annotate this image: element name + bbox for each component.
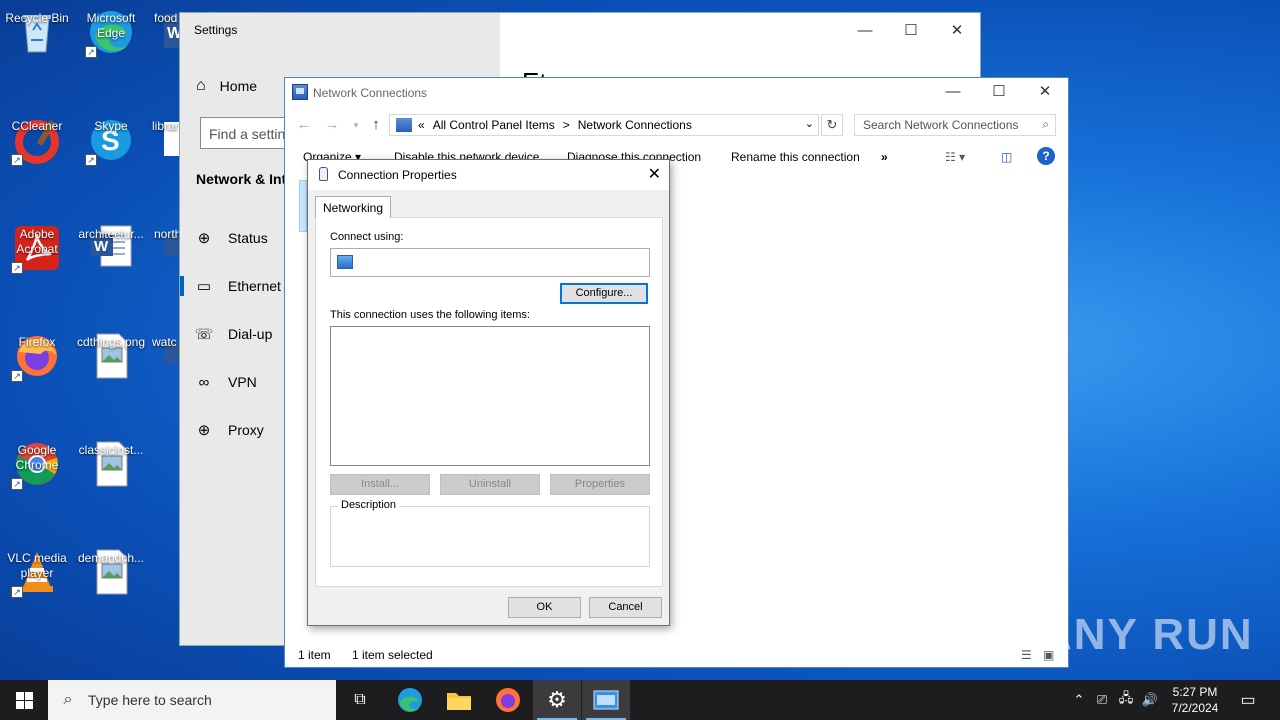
forward-button[interactable]: → (321, 114, 343, 136)
network-adapter-icon (337, 255, 353, 269)
globe-status-icon: ⊕ (197, 230, 211, 247)
control-panel-icon (396, 118, 412, 132)
taskbar: ⌕ Type here to search ⧉ ⚙ ⌃ ⎚ 🖧 🔊 5:27 P… (0, 680, 1280, 720)
close-button[interactable]: ✕ (1022, 80, 1068, 102)
desktop-icon-librar[interactable]: librar (134, 116, 180, 164)
help-icon[interactable]: ? (1037, 147, 1055, 165)
settings-home-link[interactable]: ⌂ Home (196, 77, 257, 95)
selected-count: 1 item selected (352, 648, 433, 662)
desktop-icon-recycle-bin[interactable]: Recycle Bin (0, 8, 74, 56)
address-bar[interactable]: « All Control Panel Items > Network Conn… (389, 114, 819, 136)
cancel-button[interactable]: Cancel (589, 597, 662, 618)
desktop-icon-firefox[interactable]: ↗ Firefox (0, 332, 74, 382)
meet-now-icon[interactable]: ⎚ (1090, 692, 1114, 708)
connection-items-list[interactable] (330, 326, 650, 466)
recent-dropdown[interactable]: ▾ (345, 114, 367, 136)
refresh-button[interactable]: ↻ (821, 114, 843, 136)
notifications-button[interactable]: ▭ (1236, 680, 1260, 720)
connection-properties-dialog: Connection Properties ✕ Networking Conne… (307, 159, 670, 626)
minimize-button[interactable]: — (842, 19, 888, 41)
vpn-icon: ∞ (198, 373, 210, 391)
network-connections-icon (292, 84, 308, 100)
item-count: 1 item (298, 648, 331, 662)
task-view-button[interactable]: ⧉ (336, 680, 384, 720)
window-titlebar: Network Connections — ☐ ✕ (285, 78, 1068, 108)
edge-icon (398, 688, 422, 712)
network-icon[interactable]: 🖧 (1114, 689, 1138, 711)
taskbar-firefox[interactable] (484, 680, 532, 720)
selected-connection-item[interactable] (299, 180, 307, 232)
ok-button[interactable]: OK (508, 597, 581, 618)
taskbar-clock[interactable]: 5:27 PM 7/2/2024 (1162, 684, 1228, 716)
desktop-icon-watc[interactable]: watc (134, 332, 180, 380)
taskbar-settings[interactable]: ⚙ (533, 680, 581, 720)
back-button[interactable]: ← (293, 114, 315, 136)
maximize-button[interactable]: ☐ (888, 19, 934, 41)
minimize-button[interactable]: — (930, 80, 976, 102)
chevron-down-icon[interactable]: ⌄ (805, 117, 814, 130)
desktop-icon-classicinst[interactable]: classicinst... (74, 440, 148, 488)
tab-networking[interactable]: Networking (315, 196, 392, 218)
breadcrumb-current[interactable]: Network Connections (578, 118, 692, 132)
desktop-icon-acrobat[interactable]: ↗ Adobe Acrobat (0, 224, 74, 274)
dialup-icon: ☏ (194, 326, 214, 343)
description-group (330, 506, 650, 567)
install-button[interactable]: Install... (330, 474, 430, 495)
status-bar: 1 item 1 item selected ☰ ▣ (285, 643, 1068, 667)
breadcrumb-parent[interactable]: All Control Panel Items (433, 118, 555, 132)
search-icon: ⌕ (1042, 117, 1049, 131)
control-panel-icon (593, 690, 619, 710)
connect-using-label: Connect using: (330, 231, 404, 243)
more-commands-button[interactable]: » (881, 150, 888, 164)
desktop-icon-demandch[interactable]: demandch... (74, 548, 148, 596)
search-icon: ⌕ (63, 691, 73, 708)
start-button[interactable] (0, 680, 48, 720)
description-label: Description (338, 499, 400, 511)
ethernet-icon: ▭ (196, 278, 212, 295)
view-options-icon[interactable]: ☷ ▾ (945, 150, 965, 164)
svg-text:W: W (167, 25, 180, 42)
notification-icon: ▭ (1240, 692, 1256, 709)
chevron-up-icon[interactable]: ⌃ (1068, 692, 1090, 708)
network-adapter-icon (319, 167, 328, 181)
items-label: This connection uses the following items… (330, 309, 530, 321)
close-button[interactable]: ✕ (934, 19, 980, 41)
folder-icon (447, 693, 471, 710)
dialog-title: Connection Properties (338, 168, 457, 182)
system-tray: ⌃ ⎚ 🖧 🔊 (1068, 680, 1162, 720)
search-input[interactable]: Search Network Connections ⌕ (854, 114, 1056, 136)
volume-icon[interactable]: 🔊 (1138, 692, 1162, 708)
window-title: Network Connections (313, 86, 428, 100)
properties-button[interactable]: Properties (550, 474, 650, 495)
taskbar-file-explorer[interactable] (435, 680, 483, 720)
task-view-icon: ⧉ (354, 691, 366, 708)
settings-section-title: Network & Int (196, 171, 287, 187)
taskbar-search-box[interactable]: ⌕ Type here to search (48, 680, 336, 720)
desktop-icon-food[interactable]: W food (134, 8, 180, 56)
taskbar-edge[interactable] (386, 680, 434, 720)
uninstall-button[interactable]: Uninstall (440, 474, 540, 495)
preview-pane-icon[interactable]: ◫ (1001, 150, 1012, 164)
taskbar-control-panel[interactable] (582, 680, 630, 720)
proxy-globe-icon: ⊕ (197, 422, 211, 439)
adapter-field (330, 248, 650, 277)
desktop-icon-north[interactable]: north (134, 224, 180, 272)
settings-title: Settings (194, 23, 238, 37)
anyrun-watermark: ANY RUN (1040, 610, 1254, 659)
windows-logo-icon (15, 691, 33, 709)
dialog-titlebar: Connection Properties ✕ (308, 160, 669, 190)
desktop-icon-chrome[interactable]: ↗ Google Chrome (0, 440, 74, 490)
desktop-icon-vlc[interactable]: ↗ VLC media player (0, 548, 74, 598)
rename-button[interactable]: Rename this connection (731, 150, 860, 164)
maximize-button[interactable]: ☐ (976, 80, 1022, 102)
networking-tab-panel: Connect using: Configure... This connect… (315, 217, 663, 587)
desktop-icon-ccleaner[interactable]: ↗ CCleaner (0, 116, 74, 166)
close-icon[interactable]: ✕ (648, 164, 661, 184)
home-icon: ⌂ (196, 77, 206, 94)
gear-icon: ⚙ (547, 687, 567, 712)
configure-button[interactable]: Configure... (560, 283, 648, 304)
up-button[interactable]: ↑ (365, 114, 387, 136)
firefox-icon (496, 688, 520, 712)
details-view-icon[interactable]: ☰ (1021, 648, 1032, 662)
